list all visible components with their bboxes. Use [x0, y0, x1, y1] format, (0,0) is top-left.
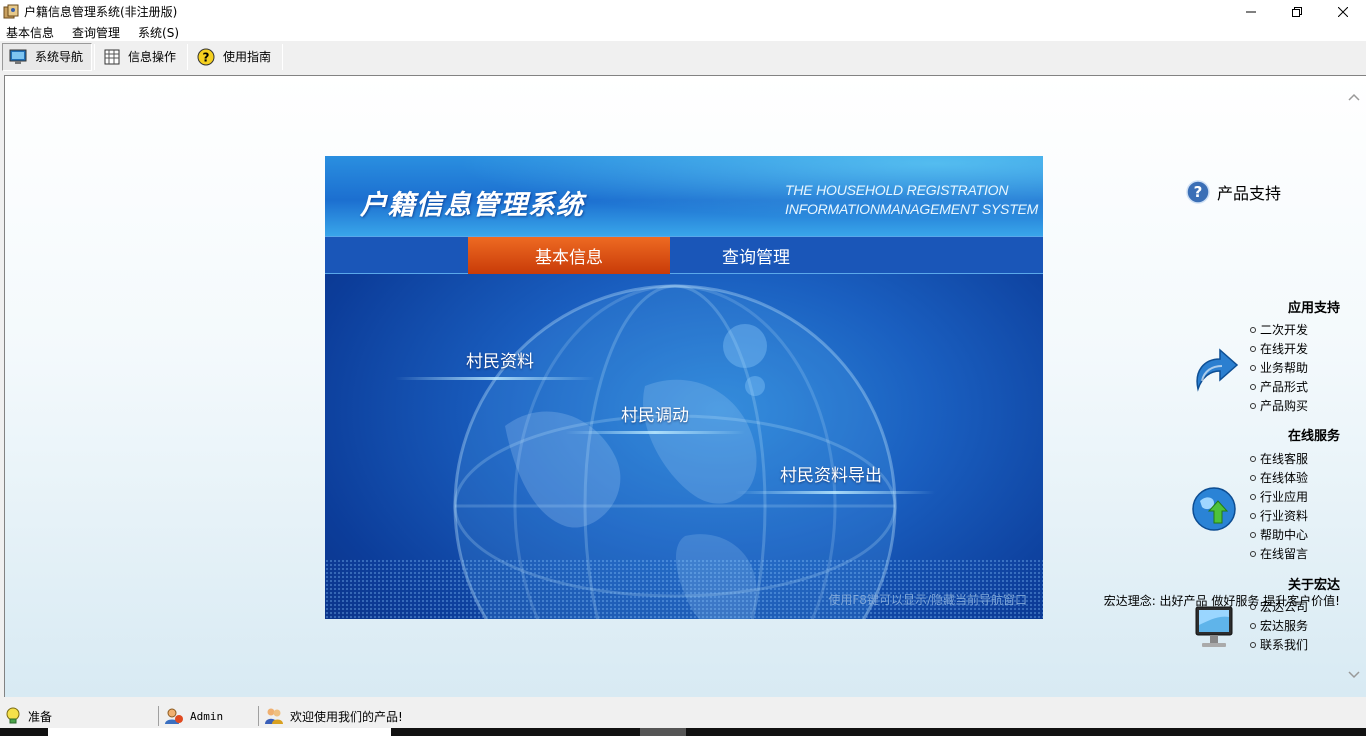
user-icon — [165, 708, 183, 724]
list-item[interactable]: 在线开发 — [1250, 339, 1308, 358]
status-welcome-text: 欢迎使用我们的产品! — [290, 709, 403, 724]
menu-system[interactable]: 系统(S) — [132, 24, 187, 41]
status-divider — [258, 706, 259, 726]
info-ops-button[interactable]: 信息操作 — [97, 43, 185, 71]
status-welcome: 欢迎使用我们的产品! — [264, 704, 403, 728]
toolbar-divider — [282, 43, 284, 70]
list-item[interactable]: 二次开发 — [1250, 320, 1308, 339]
monitor-icon — [9, 49, 27, 64]
status-ready-text: 准备 — [28, 709, 53, 724]
section-title-online-service: 在线服务 — [1287, 429, 1340, 444]
close-button[interactable] — [1320, 0, 1366, 23]
toolbar-divider — [187, 43, 189, 70]
menu-basic-info[interactable]: 基本信息 — [0, 24, 62, 41]
list-item[interactable]: 行业应用 — [1250, 487, 1308, 506]
app-icon — [3, 4, 19, 18]
panel-subtitle: THE HOUSEHOLD REGISTRATION INFORMATIONMA… — [785, 181, 1038, 219]
nav-button[interactable]: 系统导航 — [2, 42, 93, 71]
section-title-about: 关于宏达 — [1287, 578, 1340, 593]
list-item[interactable]: 业务帮助 — [1250, 358, 1308, 377]
list-item[interactable]: 宏达服务 — [1250, 616, 1308, 635]
list-item[interactable]: 产品形式 — [1250, 377, 1308, 396]
panel-subtitle-line1: THE HOUSEHOLD REGISTRATION — [785, 182, 1009, 198]
taskbar-segment — [640, 728, 686, 736]
toolbar: 系统导航 信息操作 ? 使用指南 — [0, 41, 1366, 72]
panel-tab-bar: 基本信息 查询管理 — [325, 236, 1043, 274]
link-underline — [565, 431, 745, 434]
help-icon: ? — [197, 48, 215, 65]
info-ops-button-label: 信息操作 — [128, 50, 177, 64]
panel-hint: 使用F8键可以显示/隐藏当前导航窗口 — [828, 593, 1027, 607]
window-title: 户籍信息管理系统(非注册版) — [24, 5, 178, 19]
nav-button-label: 系统导航 — [35, 50, 84, 64]
svg-text:?: ? — [203, 50, 210, 64]
menu-query[interactable]: 查询管理 — [66, 24, 128, 41]
scroll-down-icon[interactable] — [1348, 671, 1360, 679]
status-divider — [158, 706, 159, 726]
online-service-list: 在线客服 在线体验 行业应用 行业资料 帮助中心 在线留言 — [1250, 449, 1308, 563]
list-item[interactable]: 在线客服 — [1250, 449, 1308, 468]
support-heading: ? 产品支持 — [1186, 180, 1281, 204]
minimize-icon — [1246, 11, 1256, 12]
guide-button[interactable]: ? 使用指南 — [190, 43, 280, 71]
tab-query[interactable]: 查询管理 — [655, 237, 857, 274]
arrow-icon — [1196, 348, 1239, 392]
list-item[interactable]: 在线体验 — [1250, 468, 1308, 487]
menu-bar: 基本信息 查询管理 系统(S) — [0, 23, 1366, 41]
lightbulb-icon — [6, 707, 20, 724]
link-villager-info[interactable]: 村民资料 — [466, 347, 534, 372]
users-icon — [265, 708, 283, 724]
list-item[interactable]: 产品购买 — [1250, 396, 1308, 415]
svg-text:?: ? — [1194, 183, 1203, 201]
panel-subtitle-line2: INFORMATIONMANAGEMENT SYSTEM — [785, 201, 1039, 217]
company-motto: 宏达理念: 出好产品 做好服务 提升客户价值! — [1103, 594, 1340, 608]
tab-basic-info[interactable]: 基本信息 — [468, 237, 670, 274]
link-villager-transfer[interactable]: 村民调动 — [621, 401, 689, 426]
support-title: 产品支持 — [1217, 184, 1282, 203]
minimize-button[interactable] — [1228, 0, 1274, 23]
restore-icon — [1292, 6, 1302, 17]
status-user-text: Admin — [190, 709, 224, 723]
guide-button-label: 使用指南 — [223, 50, 272, 64]
app-window: 户籍信息管理系统(非注册版) 基本信息 查询管理 系统(S) 系统导航 信息操作… — [0, 0, 1366, 736]
list-item[interactable]: 帮助中心 — [1250, 525, 1308, 544]
list-item[interactable]: 行业资料 — [1250, 506, 1308, 525]
globe-icon — [1192, 487, 1236, 531]
link-villager-export[interactable]: 村民资料导出 — [780, 461, 882, 486]
status-bar: 准备 Admin 欢迎使用我们的产品! — [0, 704, 1366, 728]
monitor-icon — [1195, 606, 1233, 647]
restore-button[interactable] — [1274, 0, 1320, 23]
scroll-up-icon[interactable] — [1348, 93, 1360, 101]
toolbar-divider — [94, 43, 96, 70]
list-item[interactable]: 在线留言 — [1250, 544, 1308, 563]
panel-title: 户籍信息管理系统 — [360, 190, 584, 221]
section-title-app-support: 应用支持 — [1287, 301, 1340, 316]
help-icon: ? — [1186, 180, 1210, 204]
app-support-list: 二次开发 在线开发 业务帮助 产品形式 产品购买 — [1250, 320, 1308, 415]
link-underline — [395, 377, 595, 380]
grid-icon — [104, 49, 120, 64]
status-ready: 准备 — [4, 704, 52, 728]
title-bar: 户籍信息管理系统(非注册版) — [0, 0, 1366, 23]
navigation-panel: 户籍信息管理系统 THE HOUSEHOLD REGISTRATION INFO… — [325, 156, 1043, 619]
link-underline — [735, 491, 935, 494]
status-user: Admin — [164, 704, 223, 728]
list-item[interactable]: 联系我们 — [1250, 635, 1308, 654]
close-icon — [1338, 6, 1348, 17]
taskbar-segment — [48, 728, 391, 736]
panel-dot-pattern — [325, 559, 1043, 619]
